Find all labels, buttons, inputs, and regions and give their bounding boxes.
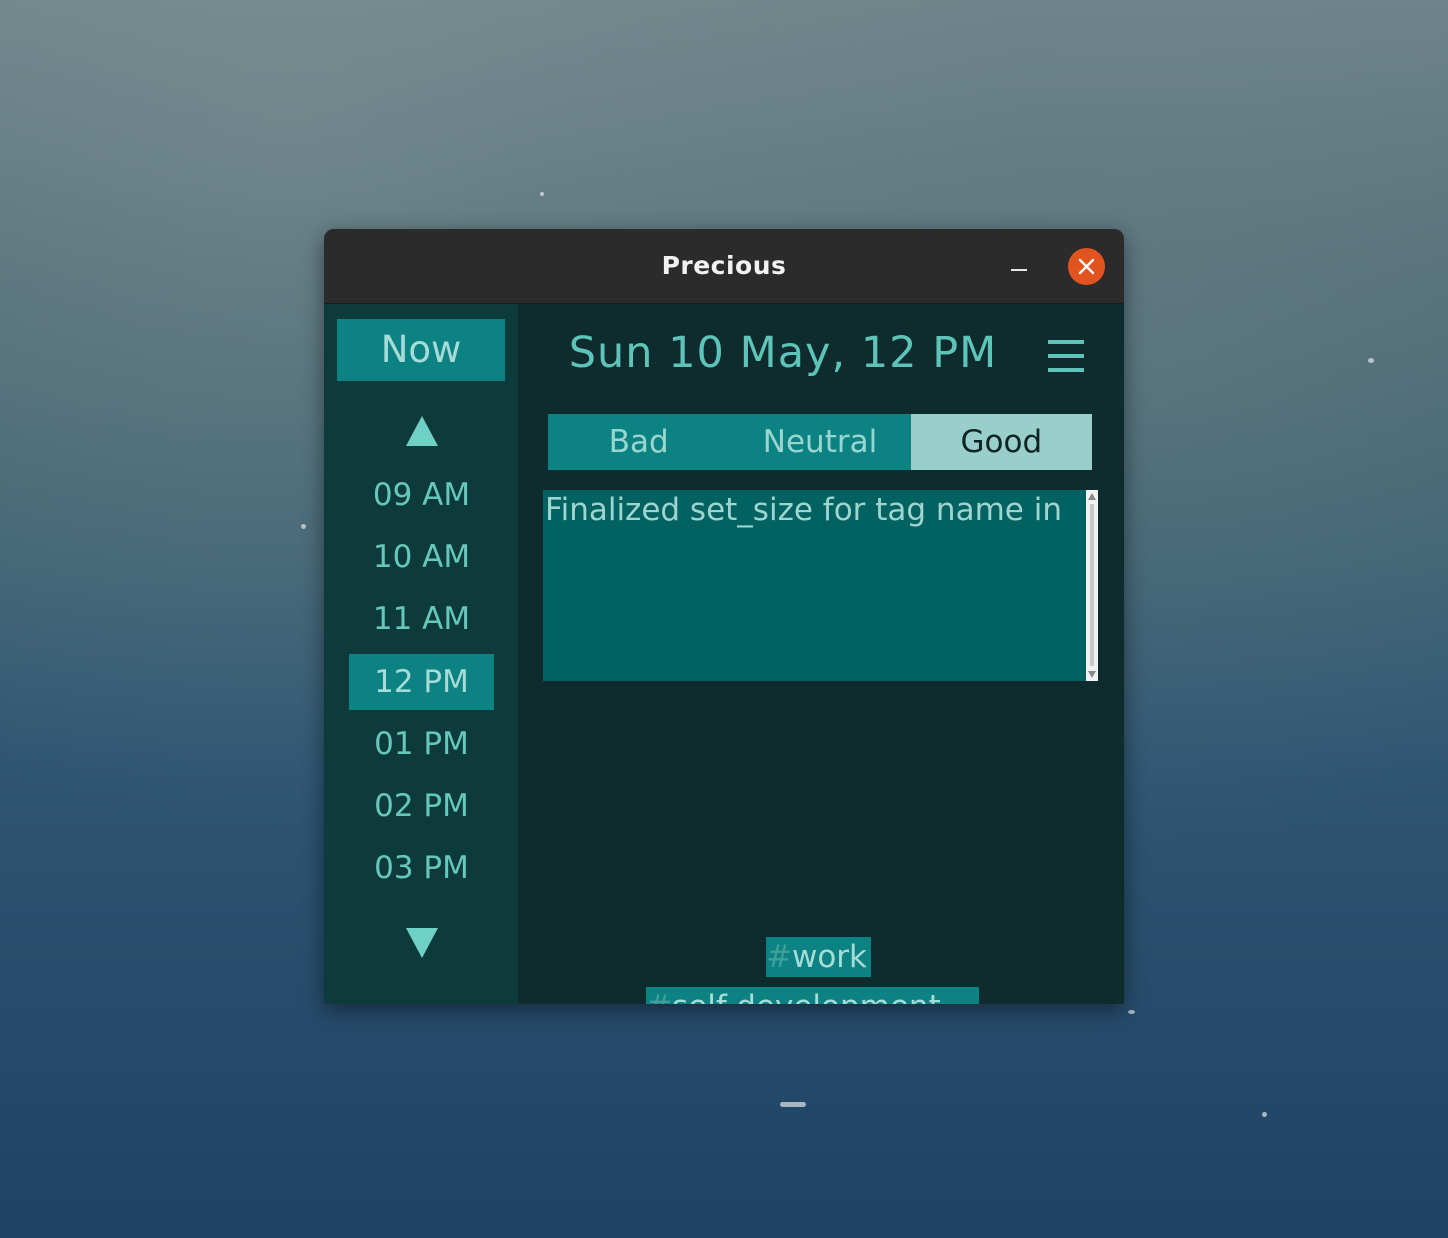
hour-item-03pm[interactable]: 03 PM xyxy=(349,840,494,896)
scrollbar-track[interactable] xyxy=(1090,504,1094,666)
wallpaper-speck xyxy=(1262,1112,1267,1117)
wallpaper-speck xyxy=(780,1102,806,1107)
minimize-icon[interactable] xyxy=(1011,269,1027,271)
note-scrollbar[interactable] xyxy=(1086,490,1098,681)
wallpaper-speck xyxy=(1128,1010,1135,1014)
tag-work[interactable]: #work xyxy=(766,937,872,977)
hour-item-09am[interactable]: 09 AM xyxy=(349,467,494,523)
wallpaper-speck xyxy=(1368,358,1374,363)
mood-bad-button[interactable]: Bad xyxy=(548,414,729,470)
scroll-up-arrow-icon[interactable] xyxy=(406,416,438,446)
minimize-button[interactable] xyxy=(1002,249,1036,283)
tag-label: self-development xyxy=(672,989,941,1004)
close-button[interactable] xyxy=(1068,248,1105,285)
title-bar[interactable]: Precious xyxy=(324,229,1124,304)
wallpaper-speck xyxy=(540,192,544,196)
mood-selector: Bad Neutral Good xyxy=(548,414,1092,470)
entry-panel: Sun 10 May, 12 PM Bad Neutral Good Final… xyxy=(518,304,1124,1004)
mood-neutral-button[interactable]: Neutral xyxy=(729,414,910,470)
hour-item-10am[interactable]: 10 AM xyxy=(349,529,494,585)
hash-symbol: # xyxy=(646,989,672,1004)
hamburger-menu-icon[interactable] xyxy=(1048,338,1084,374)
hour-item-11am[interactable]: 11 AM xyxy=(349,591,494,647)
time-sidebar: Now 09 AM 10 AM 11 AM 12 PM 01 PM 02 PM … xyxy=(324,304,518,1004)
hash-symbol: # xyxy=(766,939,792,975)
close-icon xyxy=(1078,258,1095,275)
note-textarea[interactable]: Finalized set_size for tag name in xyxy=(543,490,1098,681)
tag-label: work xyxy=(791,939,868,975)
scrollbar-up-icon[interactable] xyxy=(1088,493,1096,500)
current-datetime: Sun 10 May, 12 PM xyxy=(568,328,998,378)
scroll-down-arrow-icon[interactable] xyxy=(406,928,438,958)
note-text[interactable]: Finalized set_size for tag name in xyxy=(545,492,1085,528)
now-button[interactable]: Now xyxy=(337,319,505,381)
mood-good-button[interactable]: Good xyxy=(910,414,1092,470)
scrollbar-down-icon[interactable] xyxy=(1088,671,1096,678)
wallpaper-speck xyxy=(301,524,306,529)
tag-self-development[interactable]: #self-development xyxy=(646,987,979,1004)
hour-item-12pm[interactable]: 12 PM xyxy=(349,654,494,710)
app-window: Precious Now 09 AM 10 AM 11 AM 12 PM 01 … xyxy=(324,229,1124,1004)
hour-item-01pm[interactable]: 01 PM xyxy=(349,716,494,772)
hour-item-02pm[interactable]: 02 PM xyxy=(349,778,494,834)
